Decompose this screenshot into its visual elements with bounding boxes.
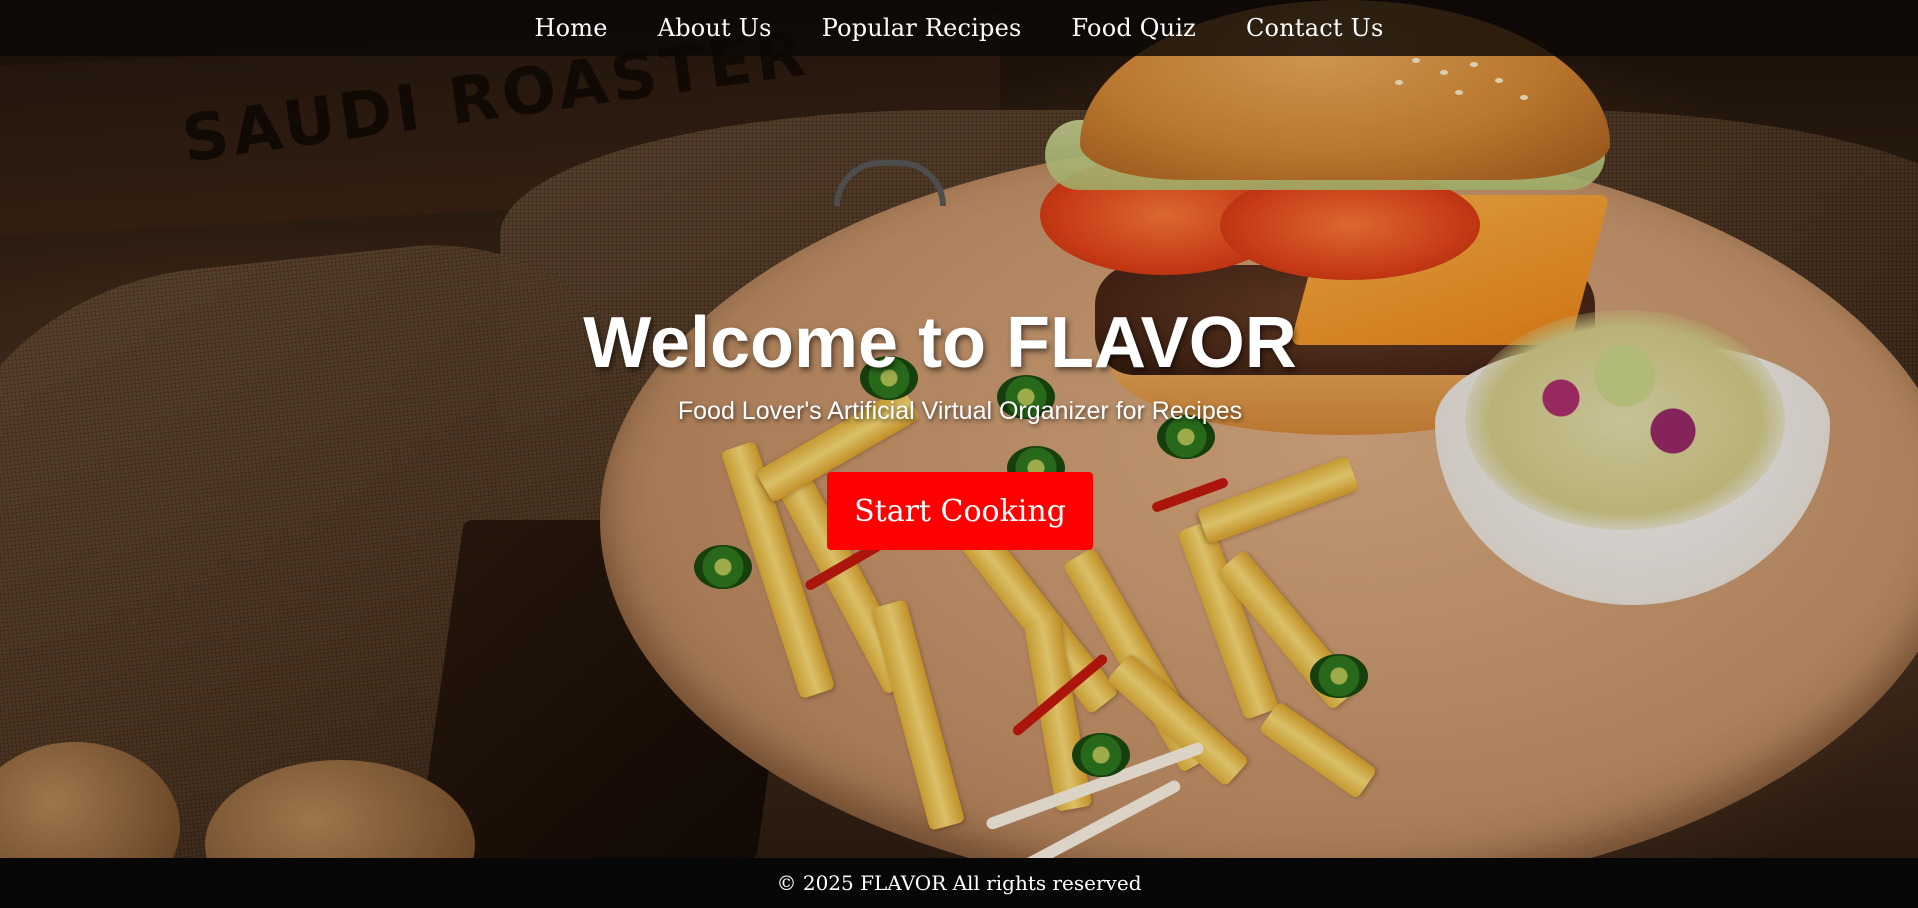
nav-link-food-quiz[interactable]: Food Quiz [1072, 14, 1196, 42]
nav-link-popular-recipes[interactable]: Popular Recipes [822, 14, 1022, 42]
hero-title: Welcome to FLAVOR [583, 303, 1297, 383]
hero-subtitle: Food Lover's Artificial Virtual Organize… [677, 397, 1243, 425]
nav-link-about-us[interactable]: About Us [658, 14, 772, 42]
dark-overlay [0, 0, 1918, 858]
footer: © 2025 FLAVOR All rights reserved [0, 858, 1918, 908]
top-navigation: Home About Us Popular Recipes Food Quiz … [0, 0, 1918, 56]
footer-copyright: © 2025 FLAVOR All rights reserved [776, 871, 1142, 895]
nav-link-contact-us[interactable]: Contact Us [1246, 14, 1383, 42]
start-cooking-button[interactable]: Start Cooking [827, 472, 1093, 550]
hero-background-image: SAUDI ROASTER [0, 0, 1918, 858]
nav-link-home[interactable]: Home [535, 14, 608, 42]
